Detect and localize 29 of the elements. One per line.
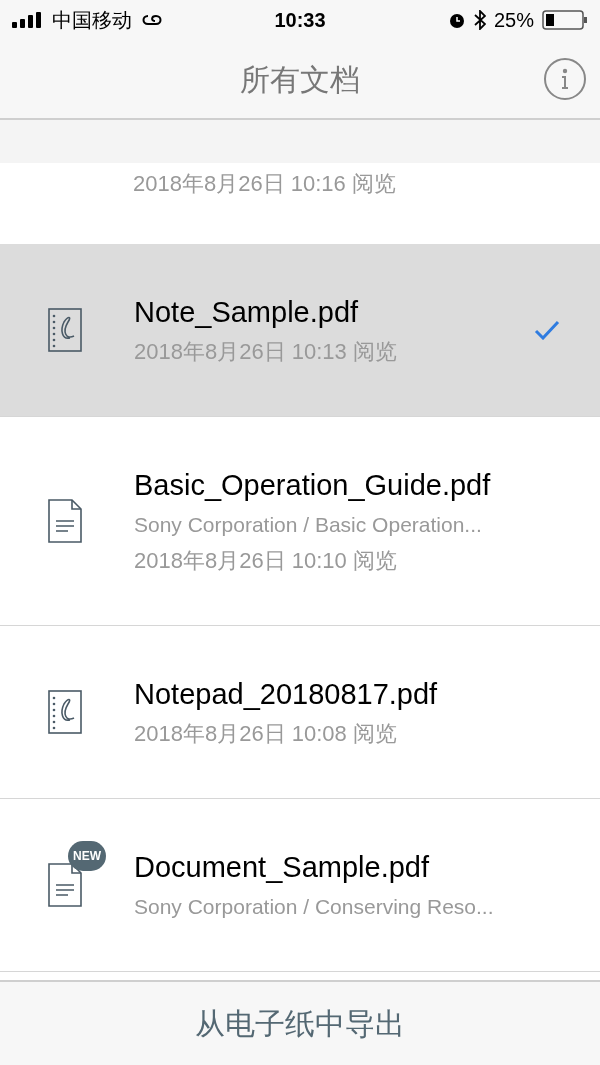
viewed-date: 2018年8月26日 10:16 阅览 bbox=[133, 170, 397, 198]
battery-percent: 25% bbox=[493, 8, 534, 33]
file-name: Document_Sample.pdf bbox=[134, 850, 430, 884]
file-name: Note_Sample.pdf bbox=[134, 295, 360, 329]
clock-time: 10:33 bbox=[274, 8, 326, 33]
notebook-icon bbox=[48, 308, 82, 352]
alarm-icon bbox=[447, 11, 466, 29]
viewed-date: 2018年8月26日 10:10 阅览 bbox=[134, 548, 398, 574]
document-row[interactable]: Note_Sample.pdf 2018年8月26日 10:13 阅览 bbox=[0, 244, 600, 417]
info-button[interactable] bbox=[544, 58, 586, 100]
file-name: Basic_Operation_Guide.pdf bbox=[134, 468, 492, 502]
viewed-date: 2018年8月26日 10:13 阅览 bbox=[134, 339, 398, 365]
file-name: Notepad_20180817.pdf bbox=[134, 677, 439, 711]
loop-icon bbox=[140, 12, 164, 28]
bluetooth-icon bbox=[473, 10, 486, 30]
battery-icon bbox=[542, 10, 588, 30]
notebook-icon bbox=[48, 690, 82, 734]
info-icon bbox=[560, 68, 570, 90]
file-author: Sony Corporation / Conserving Reso... bbox=[134, 894, 495, 920]
new-badge: NEW bbox=[68, 841, 106, 871]
file-author: Sony Corporation / Basic Operation... bbox=[134, 512, 483, 538]
signal-icon bbox=[12, 12, 44, 28]
document-icon bbox=[48, 499, 82, 543]
document-icon bbox=[48, 863, 82, 907]
checkmark-icon bbox=[534, 320, 560, 340]
export-button[interactable]: 从电子纸中导出 bbox=[0, 980, 600, 1065]
carrier-name: 中国移动 bbox=[52, 8, 132, 33]
nav-title: 所有文档 bbox=[240, 61, 360, 98]
viewed-date: 2018年8月26日 10:08 阅览 bbox=[134, 721, 398, 747]
